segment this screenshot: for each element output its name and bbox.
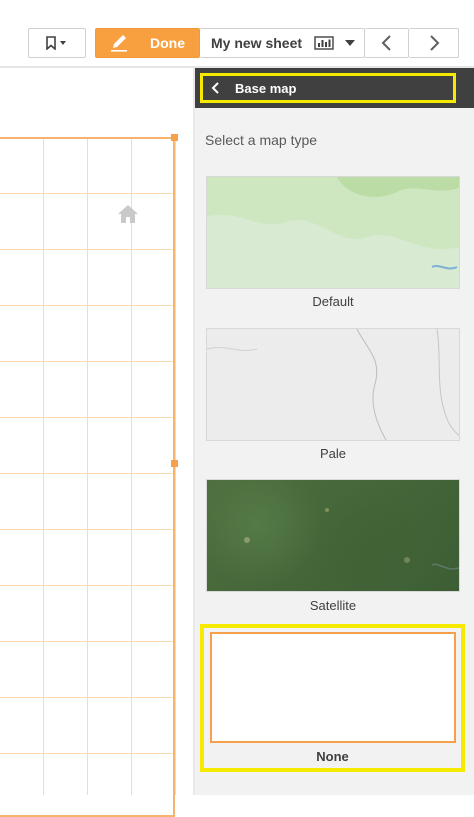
resize-handle-middle-right[interactable] <box>171 460 178 467</box>
top-toolbar: Done My new sheet <box>0 0 474 66</box>
panel-title: Base map <box>235 80 297 96</box>
chevron-left-icon <box>381 35 391 51</box>
map-type-none-thumbnail[interactable] <box>210 632 456 743</box>
bookmark-button[interactable] <box>28 28 86 58</box>
resize-handle-top-right[interactable] <box>171 134 178 141</box>
map-type-default-thumbnail[interactable] <box>206 176 460 289</box>
done-label: Done <box>150 35 185 51</box>
done-button[interactable]: Done <box>95 28 200 58</box>
home-icon[interactable] <box>117 203 139 225</box>
satellite-map-preview <box>244 508 459 570</box>
properties-panel: Base map Select a map type Default Pale … <box>195 68 474 795</box>
chevron-right-icon <box>429 35 439 51</box>
sheet-title: My new sheet <box>211 35 303 51</box>
map-type-prompt: Select a map type <box>205 132 318 148</box>
base-map-back-button[interactable]: Base map <box>200 73 456 103</box>
map-type-none-label: None <box>316 749 349 764</box>
sheet-chart-icon <box>314 36 334 50</box>
panel-header: Base map <box>195 68 474 108</box>
map-type-pale-label: Pale <box>319 446 347 461</box>
sheet-selector[interactable]: My new sheet <box>200 28 365 58</box>
previous-sheet-button[interactable] <box>365 28 409 58</box>
pale-map-preview <box>207 329 459 440</box>
bookmark-icon <box>46 36 66 50</box>
pencil-icon <box>111 35 127 52</box>
default-map-preview <box>207 177 459 288</box>
map-type-pale-thumbnail[interactable] <box>206 328 460 441</box>
map-type-satellite-thumbnail[interactable] <box>206 479 460 592</box>
map-type-default-label: Default <box>312 294 354 309</box>
map-type-none-option[interactable]: None <box>200 624 465 772</box>
chevron-down-icon <box>345 40 356 46</box>
map-type-satellite-label: Satellite <box>309 598 357 613</box>
chevron-left-icon <box>211 82 219 94</box>
selected-map-object[interactable] <box>0 137 175 817</box>
next-sheet-button[interactable] <box>409 28 459 58</box>
